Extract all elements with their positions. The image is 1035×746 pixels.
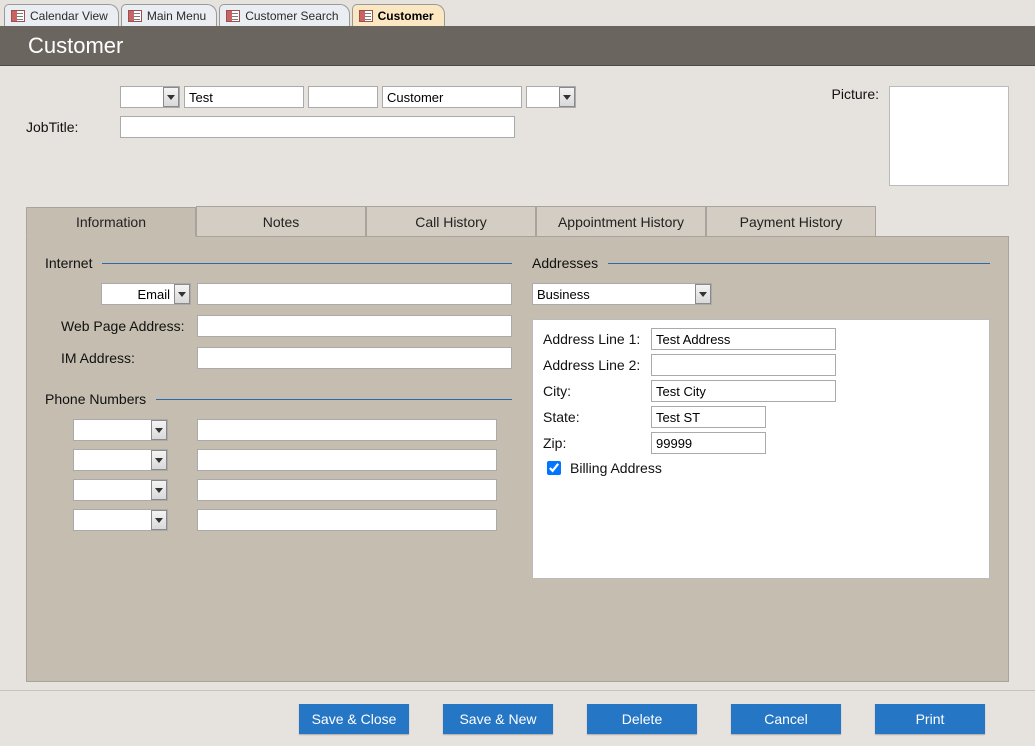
email-type-input[interactable] [101,283,191,305]
print-button[interactable]: Print [875,704,985,734]
phone-type-combo[interactable] [73,479,168,501]
addr-line1-label: Address Line 1: [543,331,647,347]
suffix-input[interactable] [526,86,576,108]
divider-line [608,263,990,264]
phone-number-input[interactable] [197,419,497,441]
phone-row [73,509,512,531]
form-icon [359,10,373,22]
name-fields [120,86,576,108]
address-type-input[interactable] [532,283,712,305]
addr-line2-label: Address Line 2: [543,357,647,373]
detail-tabpanel: Information Notes Call History Appointme… [26,206,1009,682]
form-icon [11,10,25,22]
addr-zip-label: Zip: [543,435,647,451]
email-type-combo[interactable] [101,283,191,305]
tab-body: Internet Web Page Address: [26,237,1009,682]
doc-tab-customer[interactable]: Customer [352,4,445,26]
doc-tab-label: Customer [378,9,434,23]
phone-number-input[interactable] [197,479,497,501]
phone-number-input[interactable] [197,509,497,531]
tab-information[interactable]: Information [26,207,196,237]
im-input[interactable] [197,347,512,369]
page-header: Customer [0,26,1035,66]
addr-line2-input[interactable] [651,354,836,376]
internet-legend: Internet [45,255,92,271]
first-name-input[interactable] [184,86,304,108]
doc-tab-calendar-view[interactable]: Calendar View [4,4,119,26]
phone-type-combo[interactable] [73,419,168,441]
phone-row [73,479,512,501]
webpage-input[interactable] [197,315,512,337]
cancel-button[interactable]: Cancel [731,704,841,734]
addr-city-label: City: [543,383,647,399]
right-column: Addresses Address Line 1: [532,255,990,601]
doc-tab-label: Main Menu [147,9,206,23]
address-panel: Address Line 1: Address Line 2: City: [532,319,990,579]
prefix-combo[interactable] [120,86,180,108]
phone-row [73,419,512,441]
doc-tab-label: Calendar View [30,9,108,23]
doc-tab-customer-search[interactable]: Customer Search [219,4,349,26]
doc-tab-main-menu[interactable]: Main Menu [121,4,217,26]
im-label: IM Address: [61,350,191,366]
phone-number-input[interactable] [197,449,497,471]
addr-zip-input[interactable] [651,432,766,454]
phone-legend: Phone Numbers [45,391,146,407]
name-block: JobTitle: [26,86,576,138]
phone-row [73,449,512,471]
addr-state-input[interactable] [651,406,766,428]
billing-address-checkbox[interactable] [547,461,561,475]
divider-line [156,399,512,400]
tab-appointment-history[interactable]: Appointment History [536,206,706,236]
tab-notes[interactable]: Notes [196,206,366,236]
phone-fieldset: Phone Numbers [45,391,512,531]
content-area: JobTitle: Picture: Information Notes Cal… [0,66,1035,692]
save-new-button[interactable]: Save & New [443,704,553,734]
picture-label: Picture: [832,86,879,102]
form-icon [226,10,240,22]
picture-block: Picture: [832,86,1009,186]
left-column: Internet Web Page Address: [45,255,512,601]
last-name-input[interactable] [382,86,522,108]
picture-frame[interactable] [889,86,1009,186]
suffix-combo[interactable] [526,86,576,108]
phone-type-combo[interactable] [73,449,168,471]
name-picture-row: JobTitle: Picture: [26,86,1009,186]
form-icon [128,10,142,22]
phone-type-combo[interactable] [73,509,168,531]
tab-call-history[interactable]: Call History [366,206,536,236]
billing-address-label: Billing Address [570,460,662,476]
addresses-fieldset: Addresses Address Line 1: [532,255,990,579]
addr-state-label: State: [543,409,647,425]
addr-city-input[interactable] [651,380,836,402]
prefix-input[interactable] [120,86,180,108]
addr-line1-input[interactable] [651,328,836,350]
middle-name-input[interactable] [308,86,378,108]
document-tabstrip: Calendar View Main Menu Customer Search … [0,0,1035,26]
webpage-label: Web Page Address: [61,318,191,334]
addresses-legend: Addresses [532,255,598,271]
email-input[interactable] [197,283,512,305]
tab-headers: Information Notes Call History Appointme… [26,206,1009,237]
save-close-button[interactable]: Save & Close [299,704,409,734]
doc-tab-label: Customer Search [245,9,338,23]
divider-line [102,263,512,264]
delete-button[interactable]: Delete [587,704,697,734]
tab-payment-history[interactable]: Payment History [706,206,876,236]
job-title-input[interactable] [120,116,515,138]
internet-fieldset: Internet Web Page Address: [45,255,512,369]
address-type-combo[interactable] [532,283,712,305]
footer-toolbar: Save & Close Save & New Delete Cancel Pr… [0,690,1035,746]
job-title-label: JobTitle: [26,119,116,135]
page-title: Customer [28,33,123,59]
